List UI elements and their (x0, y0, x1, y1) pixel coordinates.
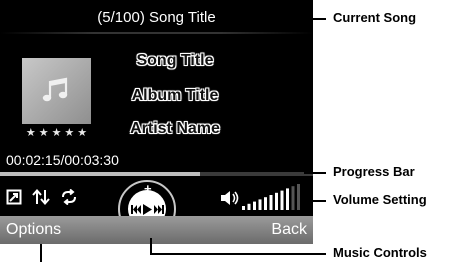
music-controls-pointer-v (150, 238, 152, 254)
volume-bar (286, 188, 289, 210)
volume-setting-pointer (300, 200, 326, 202)
options-button[interactable]: Options (6, 220, 61, 240)
playback-mode-icons (6, 188, 78, 206)
volume-bar (280, 190, 284, 210)
current-song-callout: Current Song (333, 10, 417, 25)
music-controls-callout: Music Controls (333, 245, 427, 260)
repeat-mode-icon[interactable] (6, 189, 22, 205)
volume-bar (242, 206, 245, 210)
song-title: Song Title (136, 52, 214, 69)
volume-bar (297, 184, 300, 210)
volume-level[interactable] (242, 184, 304, 210)
speaker-icon[interactable] (220, 190, 240, 206)
album-art (22, 58, 91, 124)
next-icon[interactable] (154, 205, 164, 214)
loop-icon[interactable] (60, 189, 78, 205)
rating-stars[interactable]: ★★★★★ (19, 126, 97, 139)
volume-bar (247, 203, 251, 210)
volume-bar (275, 192, 278, 210)
progress-bar-fill (0, 172, 201, 176)
music-note-icon (42, 77, 68, 102)
album-title: Album Title (131, 87, 219, 104)
artist-name: Artist Name (130, 120, 220, 137)
volume-bar (264, 197, 267, 210)
volume-bar (258, 199, 262, 210)
back-button[interactable]: Back (271, 220, 307, 240)
current-song-pointer (258, 18, 326, 20)
progress-bar-pointer (304, 172, 326, 174)
header-divider (0, 32, 313, 34)
progress-bar[interactable] (0, 172, 313, 176)
options-pointer (40, 244, 42, 262)
music-controls-pointer-h (150, 253, 326, 255)
play-icon[interactable] (143, 204, 152, 215)
previous-icon[interactable] (131, 205, 141, 214)
progress-bar-callout: Progress Bar (333, 164, 415, 179)
volume-bar (269, 195, 273, 210)
volume-bar (253, 201, 256, 210)
softkey-bar: Options Back (0, 216, 313, 244)
playback-time: 00:02:15/00:03:30 (6, 152, 119, 168)
volume-bar (291, 186, 295, 210)
music-player-screen: (5/100) Song Title ★★★★★ Song Title Albu… (0, 0, 313, 244)
volume-setting-callout: Volume Setting (333, 192, 427, 207)
plus-icon[interactable]: + (144, 182, 152, 195)
shuffle-icon[interactable] (32, 189, 50, 205)
